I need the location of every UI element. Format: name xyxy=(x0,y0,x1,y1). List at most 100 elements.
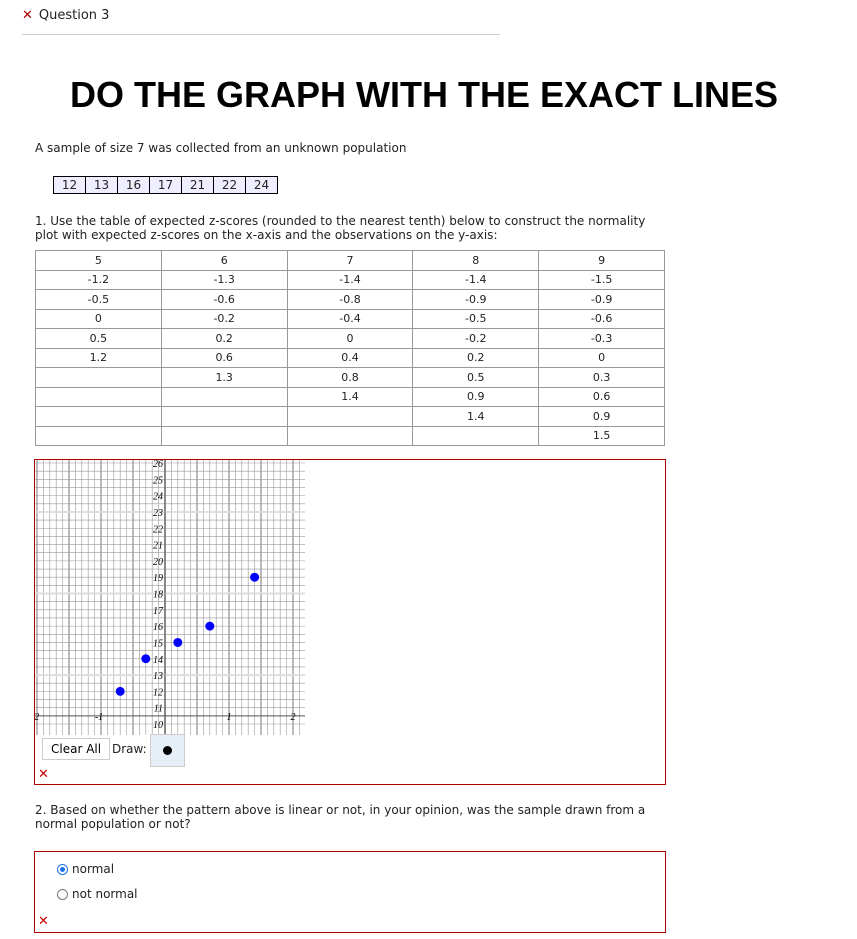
table-header: 8 xyxy=(412,250,540,271)
table-cell: 0 xyxy=(538,347,665,368)
table-cell: 0.2 xyxy=(160,328,288,349)
sample-value: 21 xyxy=(181,176,214,194)
option-normal[interactable]: normal xyxy=(57,862,114,876)
table-cell: -0.5 xyxy=(35,289,162,310)
data-point xyxy=(205,621,215,631)
table-cell: 0 xyxy=(35,308,162,329)
y-tick-label: 17 xyxy=(153,606,164,617)
table-row: 0 -0.2 -0.4 -0.5 -0.6 xyxy=(35,308,665,329)
x-tick-label: -2 xyxy=(35,712,39,723)
question-1-text: 1. Use the table of expected z-scores (r… xyxy=(35,214,646,242)
table-cell: 0.5 xyxy=(35,328,162,349)
radio-normal[interactable] xyxy=(57,864,68,875)
table-cell: 1.3 xyxy=(160,367,288,388)
y-tick-label: 15 xyxy=(153,638,163,649)
intro-text: A sample of size 7 was collected from an… xyxy=(35,141,407,155)
y-tick-label: 19 xyxy=(153,573,163,584)
table-cell: -0.6 xyxy=(538,308,665,329)
table-cell xyxy=(160,425,288,446)
question-2-text: 2. Based on whether the pattern above is… xyxy=(35,803,646,831)
table-cell xyxy=(35,425,162,446)
y-tick-label: 22 xyxy=(153,524,163,535)
table-row: -1.2 -1.3 -1.4 -1.4 -1.5 xyxy=(35,269,665,290)
question-header: ✕ Question 3 xyxy=(22,8,500,35)
table-cell: -0.2 xyxy=(412,328,540,349)
z-score-table: 5 6 7 8 9 -1.2 -1.3 -1.4 -1.4 -1.5 -0.5 -0.6 -0.8 -0.… xyxy=(35,250,665,446)
table-cell: -0.5 xyxy=(412,308,540,329)
x-tick-label: 1 xyxy=(227,712,232,723)
table-cell: 0.4 xyxy=(286,347,414,368)
table-cell xyxy=(35,367,162,388)
table-cell: 0.5 xyxy=(412,367,540,388)
point-tool-icon xyxy=(163,746,172,755)
table-cell: -1.2 xyxy=(35,269,162,290)
table-cell: -0.9 xyxy=(412,289,540,310)
radio-not-normal[interactable] xyxy=(57,889,68,900)
table-header: 6 xyxy=(160,250,288,271)
sample-value: 16 xyxy=(117,176,150,194)
error-icon: ✕ xyxy=(38,767,49,782)
graph-panel: 1011121314151617181920212223242526-2-112… xyxy=(34,459,666,785)
x-tick-label: 2 xyxy=(291,712,296,723)
table-cell: 0.9 xyxy=(538,406,665,427)
table-row: 1.5 xyxy=(35,425,665,446)
table-cell xyxy=(35,386,162,407)
table-cell xyxy=(160,406,288,427)
x-tick-label: -1 xyxy=(95,712,103,723)
table-cell: 0.6 xyxy=(538,386,665,407)
y-tick-label: 13 xyxy=(153,671,163,682)
sample-value: 12 xyxy=(53,176,86,194)
y-tick-label: 21 xyxy=(153,541,163,552)
sample-value: 13 xyxy=(85,176,118,194)
x-mark-icon: ✕ xyxy=(22,8,33,23)
table-cell: -1.5 xyxy=(538,269,665,290)
table-cell: 0.6 xyxy=(160,347,288,368)
table-cell: 1.4 xyxy=(412,406,540,427)
y-tick-label: 14 xyxy=(153,655,163,666)
answer-panel: normal not normal ✕ xyxy=(34,851,666,933)
table-row: 0.5 0.2 0 -0.2 -0.3 xyxy=(35,328,665,349)
table-header: 7 xyxy=(286,250,414,271)
table-cell: -1.4 xyxy=(286,269,414,290)
data-point xyxy=(173,637,183,647)
draw-label: Draw: xyxy=(112,742,147,756)
option-not-normal[interactable]: not normal xyxy=(57,887,138,901)
normality-plot[interactable]: 1011121314151617181920212223242526-2-112 xyxy=(35,460,305,735)
table-header: 9 xyxy=(538,250,665,271)
table-cell: -0.2 xyxy=(160,308,288,329)
option-label: not normal xyxy=(72,887,138,901)
table-header: 5 xyxy=(35,250,162,271)
error-icon: ✕ xyxy=(38,914,49,929)
table-cell: -0.4 xyxy=(286,308,414,329)
y-tick-label: 12 xyxy=(153,687,163,698)
y-tick-label: 10 xyxy=(153,720,163,731)
data-point xyxy=(115,686,125,696)
table-cell: 0 xyxy=(286,328,414,349)
sample-value: 17 xyxy=(149,176,182,194)
sample-value: 22 xyxy=(213,176,246,194)
table-cell: 1.2 xyxy=(35,347,162,368)
page-heading: DO THE GRAPH WITH THE EXACT LINES xyxy=(69,74,778,115)
y-tick-label: 20 xyxy=(153,557,163,568)
point-tool-button[interactable] xyxy=(150,734,185,767)
sample-value: 24 xyxy=(245,176,278,194)
table-cell: -0.6 xyxy=(160,289,288,310)
y-tick-label: 26 xyxy=(153,460,163,470)
question-title: Question 3 xyxy=(38,8,110,23)
y-tick-label: 25 xyxy=(153,475,163,486)
y-tick-label: 11 xyxy=(154,704,163,715)
y-tick-label: 16 xyxy=(153,622,163,633)
y-tick-label: 18 xyxy=(153,590,163,601)
table-cell: 0.9 xyxy=(412,386,540,407)
table-cell xyxy=(412,425,540,446)
table-cell: 0.8 xyxy=(286,367,414,388)
table-row: -0.5 -0.6 -0.8 -0.9 -0.9 xyxy=(35,289,665,310)
table-row: 1.4 0.9 xyxy=(35,406,665,427)
table-cell: -1.4 xyxy=(412,269,540,290)
clear-all-button[interactable]: Clear All xyxy=(42,738,111,760)
data-point xyxy=(250,572,260,582)
table-cell: 1.4 xyxy=(286,386,414,407)
table-row: 1.3 0.8 0.5 0.3 xyxy=(35,367,665,388)
table-cell xyxy=(160,386,288,407)
sample-table: 12 13 16 17 21 22 24 xyxy=(53,176,278,194)
